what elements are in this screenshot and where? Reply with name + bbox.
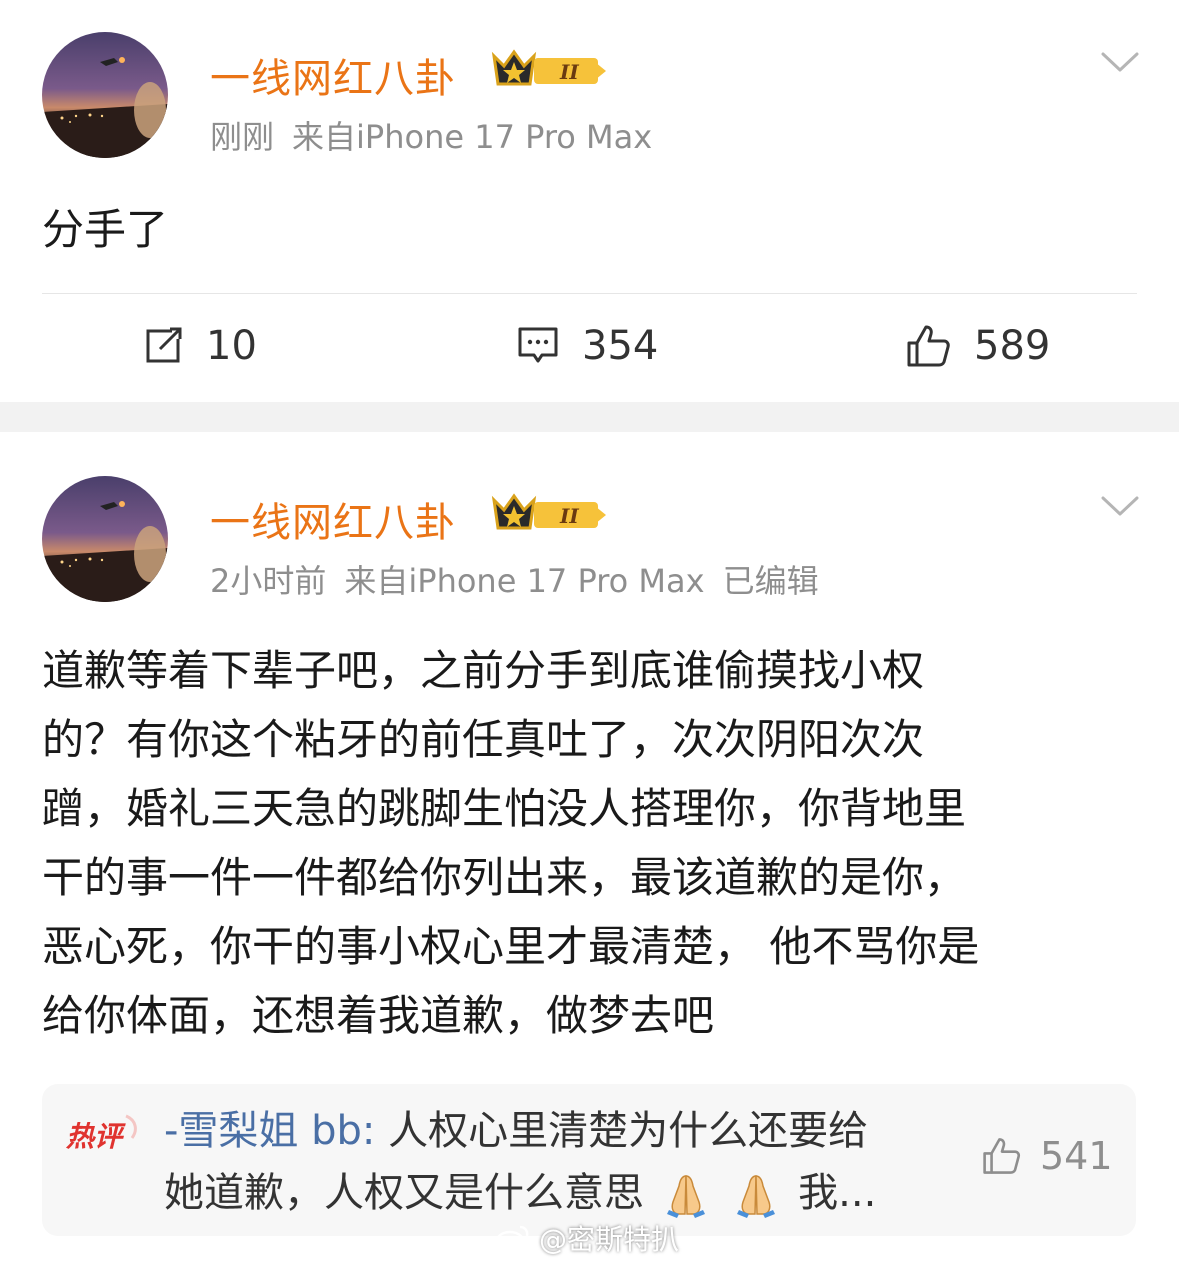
post-text-line: 给你体面，还想着我道歉，做梦去吧 — [42, 991, 715, 1040]
avatar[interactable] — [42, 476, 168, 602]
post-time: 刚刚 — [210, 118, 275, 156]
post-text-line: 道歉等着下辈子吧，之前分手到底谁偷摸找小权 — [42, 646, 925, 695]
repost-icon — [146, 327, 182, 363]
post-text-line: 蹭，婚礼三天急的跳脚生怕没人搭理你，你背地里 — [42, 784, 967, 833]
vip-level: II — [559, 60, 579, 84]
post-text-line: 的？有你这个粘牙的前任真吐了，次次阴阳次次 — [42, 715, 925, 764]
action-bar: 10 354 589 — [0, 318, 1179, 374]
username[interactable]: 一线网红八卦 — [210, 490, 456, 548]
like-icon — [907, 325, 950, 367]
pray-emoji — [666, 1175, 705, 1218]
repost-button[interactable]: 10 — [142, 318, 257, 374]
like-count: 589 — [974, 323, 1051, 369]
watermark: @密斯特扒 — [495, 1218, 679, 1258]
comment-button[interactable]: 354 — [516, 318, 658, 374]
hot-comment-tail: 我... — [798, 1170, 877, 1216]
hot-comment-badge: 热评 — [66, 1114, 137, 1153]
like-icon — [983, 1138, 1021, 1174]
hot-comment-line2: 她道歉，人权又是什么意思 — [164, 1170, 644, 1216]
hot-comment-line1: 人权心里清楚为什么还要给 — [375, 1108, 869, 1154]
hot-comment-like-button[interactable]: 541 — [982, 1134, 1113, 1178]
post-meta: 2小时前 来自iPhone 17 Pro Max 已编辑 — [210, 556, 837, 602]
post-text: 分手了 — [42, 195, 168, 264]
post-text-line: 恶心死，你干的事小权心里才最清楚， 他不骂你是 — [42, 922, 980, 971]
edited-label[interactable]: 已编辑 — [723, 562, 819, 600]
hot-comment-like-count: 541 — [1040, 1134, 1113, 1178]
repost-count: 10 — [206, 323, 257, 369]
divider — [42, 293, 1137, 294]
comment-count: 354 — [582, 323, 659, 369]
post-source: 来自iPhone 17 Pro Max — [292, 118, 653, 156]
chevron-down-icon[interactable] — [1100, 50, 1140, 74]
pray-emoji — [737, 1175, 776, 1218]
post-text-line: 分手了 — [42, 205, 169, 254]
post-card-1: 一线网红八卦 II 刚刚来自iPhone 17 Pro Max 分手了 10 — [0, 0, 1179, 402]
post-meta: 刚刚 来自iPhone 17 Pro Max — [210, 112, 670, 158]
feed-separator — [0, 402, 1179, 432]
username[interactable]: 一线网红八卦 — [210, 46, 456, 104]
post-text: 道歉等着下辈子吧，之前分手到底谁偷摸找小权 的？有你这个粘牙的前任真吐了，次次阴… — [42, 636, 1142, 1050]
vip-crown-icon[interactable]: II — [490, 46, 608, 92]
post-text-line: 干的事一件一件都给你列出来，最该道歉的是你， — [42, 853, 967, 902]
like-button[interactable]: 589 — [906, 318, 1050, 374]
post-source: 来自iPhone 17 Pro Max — [344, 562, 705, 600]
post-time: 2小时前 — [210, 562, 327, 600]
hot-comment-user[interactable]: -雪梨姐 bb: — [164, 1108, 375, 1154]
hot-comment-text: -雪梨姐 bb: 人权心里清楚为什么还要给 她道歉，人权又是什么意思 我... — [164, 1100, 964, 1224]
avatar[interactable] — [42, 32, 168, 158]
hot-comment[interactable]: 热评 -雪梨姐 bb: 人权心里清楚为什么还要给 她道歉，人权又是什么意思 我.… — [42, 1084, 1136, 1236]
hot-badge-text: 热评 — [66, 1120, 126, 1153]
watermark-text: @密斯特扒 — [539, 1223, 680, 1256]
chevron-down-icon[interactable] — [1100, 494, 1140, 518]
weibo-logo-icon — [495, 1225, 529, 1252]
vip-level: II — [559, 504, 579, 528]
comment-icon — [518, 327, 558, 363]
vip-crown-icon[interactable]: II — [490, 490, 608, 536]
post-card-2: 一线网红八卦 II 2小时前 来自iPhone 17 Pro Max 已编辑 道歉等… — [0, 432, 1179, 1266]
